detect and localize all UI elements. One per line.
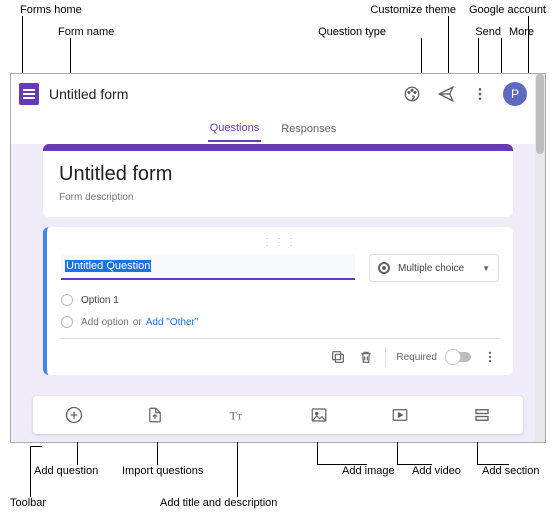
chevron-down-icon: ▼: [482, 264, 490, 273]
question-card[interactable]: ⋮⋮⋮ Untitled Question Multiple choice ▼ …: [43, 227, 513, 375]
add-option-row[interactable]: Add option or Add "Other": [61, 316, 499, 328]
app-window: Untitled form P Questions Responses Unti…: [10, 73, 546, 443]
annotation-add-title-desc: Add title and description: [160, 497, 277, 509]
annotation-toolbar: Toolbar: [10, 497, 46, 509]
import-questions-icon[interactable]: [144, 404, 166, 426]
question-footer: Required: [61, 338, 499, 367]
radio-icon: [378, 262, 390, 274]
question-type-select[interactable]: Multiple choice ▼: [369, 254, 499, 282]
tabs: Questions Responses: [11, 114, 535, 144]
question-type-label: Multiple choice: [398, 263, 464, 274]
add-question-icon[interactable]: [63, 404, 85, 426]
annotation-question-type: Question type: [318, 26, 386, 38]
annotation-add-image: Add image: [342, 465, 395, 477]
add-other-link[interactable]: Add "Other": [146, 317, 199, 328]
required-label: Required: [396, 352, 437, 363]
annotation-form-name: Form name: [58, 26, 114, 38]
scrollbar-thumb[interactable]: [536, 74, 544, 154]
annotation-import-questions: Import questions: [122, 465, 203, 477]
toolbar: TT: [33, 396, 523, 434]
annotation-add-question: Add question: [34, 465, 98, 477]
required-toggle[interactable]: [447, 352, 471, 362]
option-radio-icon: [61, 294, 73, 306]
annotation-add-video: Add video: [412, 465, 461, 477]
add-image-icon[interactable]: [308, 404, 330, 426]
annotation-more: More: [509, 26, 534, 38]
title-card[interactable]: Untitled form Form description: [43, 144, 513, 217]
question-more-icon[interactable]: [481, 348, 499, 366]
add-video-icon[interactable]: [389, 404, 411, 426]
annotation-forms-home: Forms home: [20, 4, 82, 16]
option-label[interactable]: Option 1: [81, 295, 119, 306]
tab-responses[interactable]: Responses: [279, 117, 338, 141]
form-description[interactable]: Form description: [59, 192, 497, 203]
header: Untitled form P: [11, 74, 535, 114]
question-input[interactable]: Untitled Question: [61, 254, 355, 280]
option-radio-icon: [61, 316, 73, 328]
forms-home-icon[interactable]: [19, 83, 39, 105]
add-section-icon[interactable]: [471, 404, 493, 426]
option-row[interactable]: Option 1: [61, 294, 499, 306]
annotation-customize-theme: Customize theme: [370, 4, 456, 16]
annotation-add-section: Add section: [482, 465, 539, 477]
avatar[interactable]: P: [503, 82, 527, 106]
add-option-text[interactable]: Add option: [81, 317, 129, 328]
annotation-google-account: Google account: [469, 4, 546, 16]
svg-text:T: T: [237, 413, 242, 422]
form-body: Untitled form Form description ⋮⋮⋮ Untit…: [43, 144, 513, 392]
add-title-icon[interactable]: TT: [226, 404, 248, 426]
scrollbar[interactable]: [535, 74, 545, 442]
form-title[interactable]: Untitled form: [59, 163, 497, 186]
delete-icon[interactable]: [357, 348, 375, 366]
annotation-send: Send: [475, 26, 501, 38]
more-icon[interactable]: [469, 83, 491, 105]
send-icon[interactable]: [435, 83, 457, 105]
form-name-field[interactable]: Untitled form: [49, 86, 128, 102]
tab-questions[interactable]: Questions: [208, 116, 262, 142]
drag-handle-icon[interactable]: ⋮⋮⋮: [61, 237, 499, 248]
palette-icon[interactable]: [401, 83, 423, 105]
duplicate-icon[interactable]: [329, 348, 347, 366]
